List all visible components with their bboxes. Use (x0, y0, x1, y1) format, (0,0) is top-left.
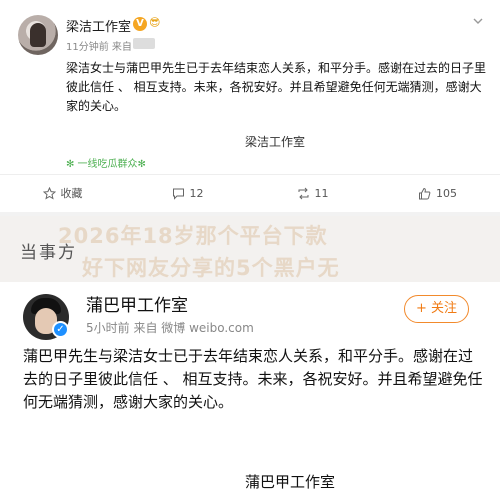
repost-button[interactable]: 11 (250, 176, 375, 210)
action-bar: 收藏 12 11 105 (0, 176, 500, 210)
post-signature: 蒲巴甲工作室 (244, 473, 335, 491)
repost-count: 11 (314, 186, 329, 200)
like-button[interactable]: 105 (375, 176, 500, 210)
author-name[interactable]: 梁洁工作室 (66, 16, 131, 35)
thumbs-up-icon (419, 187, 431, 199)
favorite-label: 收藏 (60, 187, 83, 200)
post-card-liangjie: 梁洁工作室 V 😎 11分钟前 来自 梁洁女士与蒲巴甲先生已于去年结束恋人关系，… (0, 0, 500, 212)
follow-button[interactable]: + 关注 (404, 295, 469, 323)
favorite-button[interactable]: 收藏 (0, 176, 125, 210)
post-meta: 11分钟前 来自 (66, 38, 132, 53)
post-signature: 梁洁工作室 (244, 135, 305, 149)
repost-icon (298, 187, 308, 199)
post-card-pubajia: ✓ 蒲巴甲工作室 5小时前 来自 微博 weibo.com + 关注 蒲巴甲先生… (0, 282, 500, 499)
group-tag[interactable]: ✻ 一线吃瓜群众✻ (66, 155, 146, 170)
chevron-down-icon[interactable] (471, 14, 485, 28)
post-body: 梁洁女士与蒲巴甲先生已于去年结束恋人关系，和平分手。感谢在过去的日子里彼此信任 … (66, 61, 487, 113)
section-title: 当事方 (20, 243, 77, 263)
post-source-prefix: 来自 (111, 42, 132, 53)
source-redacted (133, 38, 155, 49)
divider (0, 174, 500, 175)
verified-check-icon: ✓ (52, 321, 69, 338)
emoji-icon: 😎 (149, 16, 161, 29)
comment-button[interactable]: 12 (125, 176, 250, 210)
verified-badge-icon: V (133, 17, 147, 31)
comment-icon (172, 188, 184, 200)
star-icon (42, 186, 56, 200)
watermark-text-2: 好下网友分享的5个黑户无 (82, 256, 340, 280)
post-body: 蒲巴甲先生与梁洁女士已于去年结束恋人关系，和平分手。感谢在过去的日子里彼此信任 … (23, 347, 483, 411)
comment-count: 12 (189, 186, 204, 200)
avatar-figure (30, 23, 46, 47)
post-meta: 5小时前 来自 微博 weibo.com (86, 321, 254, 335)
post-time: 11分钟前 (66, 42, 109, 53)
like-count: 105 (436, 186, 457, 200)
author-name[interactable]: 蒲巴甲工作室 (86, 291, 188, 316)
avatar[interactable] (18, 15, 58, 55)
watermark-text-1: 2026年18岁那个平台下款 (58, 224, 328, 248)
